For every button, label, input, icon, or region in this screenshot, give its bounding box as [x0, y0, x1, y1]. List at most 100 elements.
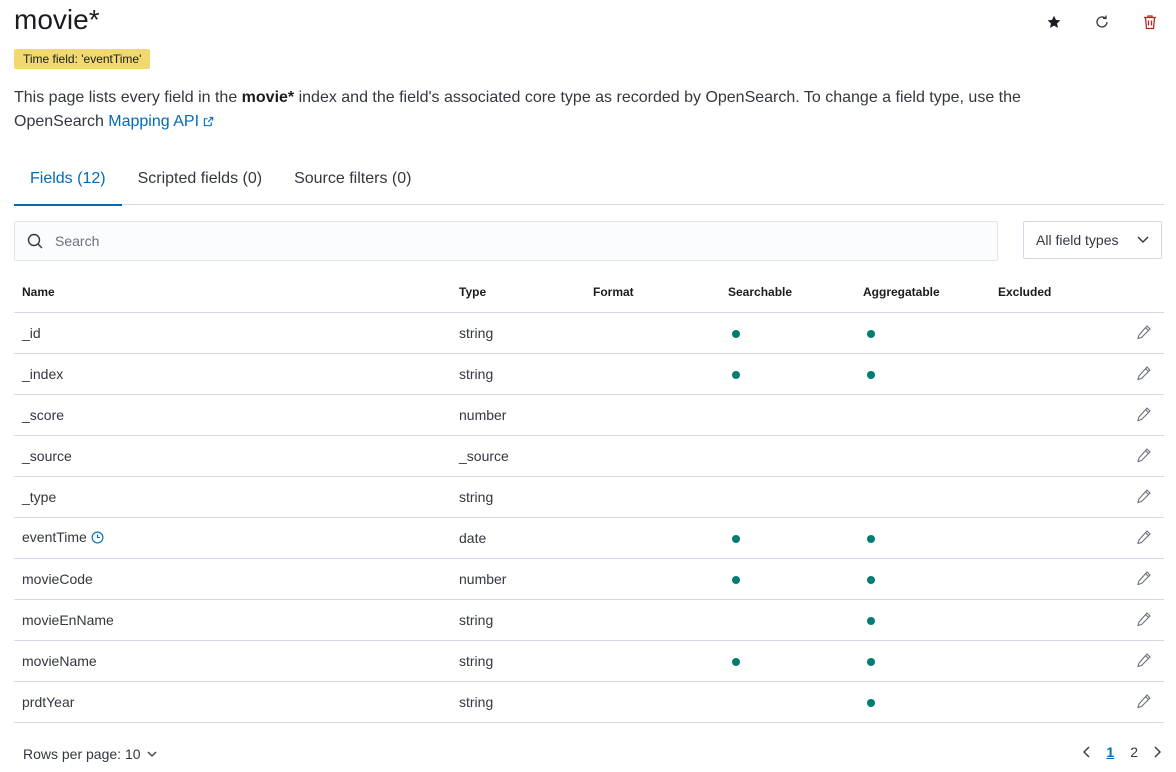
page-1-button[interactable]: 1 — [1106, 744, 1114, 760]
chevron-left-icon[interactable] — [1082, 746, 1090, 758]
actions-cell — [1086, 353, 1164, 395]
chevron-down-icon — [147, 751, 156, 757]
searchable-cell — [720, 476, 855, 518]
aggregatable-dot-icon — [867, 576, 875, 584]
chevron-right-icon[interactable] — [1154, 746, 1162, 758]
star-icon[interactable] — [1042, 10, 1066, 34]
searchable-cell — [720, 394, 855, 436]
excluded-cell — [990, 435, 1086, 477]
table-row: _id string — [14, 312, 1164, 354]
field-format — [585, 558, 720, 600]
table-row: prdtYear string — [14, 681, 1164, 723]
refresh-icon[interactable] — [1090, 10, 1114, 34]
field-type: string — [451, 599, 585, 641]
excluded-cell — [990, 476, 1086, 518]
aggregatable-cell — [855, 435, 990, 477]
searchable-dot-icon — [732, 576, 740, 584]
table-row: _type string — [14, 476, 1164, 518]
rows-per-page-button[interactable]: Rows per page: 10 — [23, 746, 157, 762]
column-header-aggregatable[interactable]: Aggregatable — [855, 272, 990, 313]
table-header-row: Name Type Format Searchable Aggregatable… — [14, 272, 1164, 313]
trash-icon[interactable] — [1138, 10, 1162, 34]
page-title: movie* — [14, 4, 100, 35]
table-row: movieCode number — [14, 558, 1164, 600]
excluded-cell — [990, 517, 1086, 559]
tab-scripted-fields[interactable]: Scripted fields (0) — [122, 160, 279, 204]
clock-icon — [91, 531, 104, 547]
pencil-icon[interactable] — [1136, 570, 1152, 589]
field-format — [585, 599, 720, 641]
searchable-dot-icon — [732, 371, 740, 379]
pencil-icon[interactable] — [1136, 652, 1152, 671]
column-header-type[interactable]: Type — [451, 272, 585, 313]
aggregatable-cell — [855, 681, 990, 723]
column-header-actions — [1086, 272, 1164, 313]
field-type: string — [451, 312, 585, 354]
mapping-api-link[interactable]: Mapping API — [108, 113, 214, 130]
pencil-icon[interactable] — [1136, 693, 1152, 712]
field-format — [585, 517, 720, 559]
tab-source-filters[interactable]: Source filters (0) — [278, 160, 427, 204]
tab-fields[interactable]: Fields (12) — [14, 160, 122, 206]
header-actions — [1042, 10, 1162, 34]
index-name: movie* — [241, 89, 295, 106]
field-type: string — [451, 640, 585, 682]
time-field-badge: Time field: 'eventTime' — [14, 49, 151, 69]
description-text: This page lists every field in the — [14, 89, 242, 106]
field-name-cell: movieEnName — [14, 599, 451, 641]
pencil-icon[interactable] — [1136, 447, 1152, 466]
field-name-cell: _source — [14, 435, 451, 477]
search-input[interactable] — [53, 232, 957, 250]
tabs: Fields (12) Scripted fields (0) Source f… — [14, 160, 1164, 206]
search-box — [14, 221, 998, 261]
aggregatable-cell — [855, 599, 990, 641]
excluded-cell — [990, 353, 1086, 395]
mapping-api-link-label: Mapping API — [108, 113, 200, 130]
actions-cell — [1086, 599, 1164, 641]
field-format — [585, 640, 720, 682]
searchable-cell — [720, 312, 855, 354]
aggregatable-cell — [855, 517, 990, 559]
excluded-cell — [990, 681, 1086, 723]
page-2-button[interactable]: 2 — [1130, 744, 1138, 760]
field-type: string — [451, 476, 585, 518]
field-name-cell: movieName — [14, 640, 451, 682]
actions-cell — [1086, 312, 1164, 354]
field-name-cell: _index — [14, 353, 451, 395]
field-name: _type — [22, 489, 57, 505]
field-format — [585, 435, 720, 477]
searchable-cell — [720, 599, 855, 641]
field-name: movieEnName — [22, 612, 114, 628]
pencil-icon[interactable] — [1136, 324, 1152, 343]
actions-cell — [1086, 517, 1164, 559]
pencil-icon[interactable] — [1136, 529, 1152, 548]
aggregatable-dot-icon — [867, 535, 875, 543]
column-header-excluded[interactable]: Excluded — [990, 272, 1086, 313]
pencil-icon[interactable] — [1136, 611, 1152, 630]
field-format — [585, 312, 720, 354]
pencil-icon[interactable] — [1136, 488, 1152, 507]
field-name: movieName — [22, 653, 97, 669]
pencil-icon[interactable] — [1136, 406, 1152, 425]
column-header-searchable[interactable]: Searchable — [720, 272, 855, 313]
pencil-icon[interactable] — [1136, 365, 1152, 384]
searchable-cell — [720, 353, 855, 395]
field-name: movieCode — [22, 571, 93, 587]
pagination: 1 2 — [1082, 744, 1162, 760]
search-icon — [25, 231, 45, 251]
searchable-dot-icon — [732, 535, 740, 543]
field-name: _score — [22, 407, 65, 423]
actions-cell — [1086, 640, 1164, 682]
searchable-cell — [720, 517, 855, 559]
aggregatable-dot-icon — [867, 699, 875, 707]
field-type: string — [451, 681, 585, 723]
table-row: eventTime date — [14, 517, 1164, 559]
actions-cell — [1086, 435, 1164, 477]
actions-cell — [1086, 476, 1164, 518]
column-header-name[interactable]: Name — [14, 272, 451, 313]
field-type: number — [451, 558, 585, 600]
excluded-cell — [990, 640, 1086, 682]
field-name: _id — [22, 325, 41, 341]
field-format — [585, 394, 720, 436]
field-type-filter[interactable]: All field types — [1023, 221, 1162, 259]
